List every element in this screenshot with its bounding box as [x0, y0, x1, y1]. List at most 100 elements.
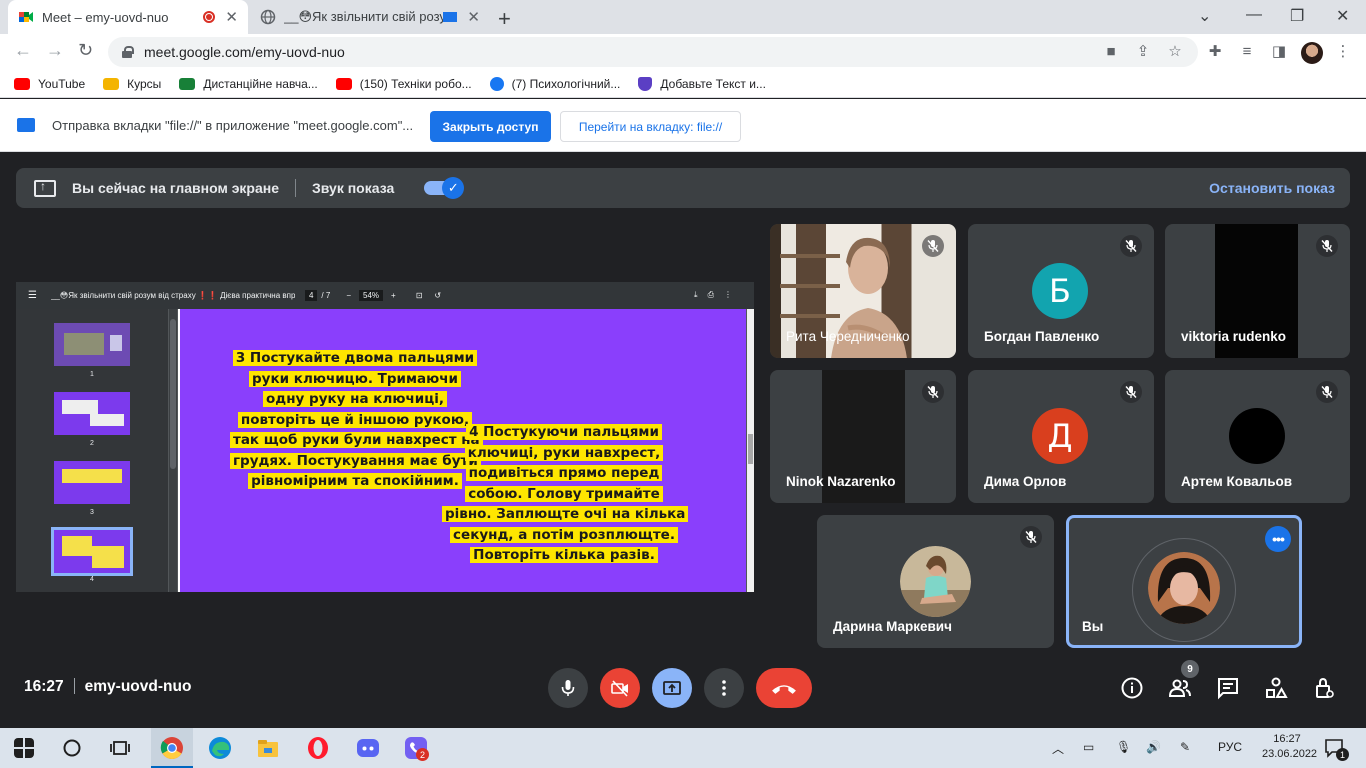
tab-pdf[interactable]: __😳Як звільнити свій розу ✕	[250, 0, 490, 34]
present-button[interactable]	[652, 668, 692, 708]
download-icon[interactable]: ⤓	[694, 290, 708, 299]
go-to-tab-button[interactable]: Перейти на вкладку: file://	[560, 111, 741, 142]
present-icon	[663, 681, 681, 695]
pdf-scrollbar[interactable]	[747, 309, 754, 592]
reload-icon[interactable]: ↻	[78, 40, 93, 61]
thumb-content	[62, 536, 92, 556]
windows-taskbar: 2 ︿ ▭ 🎙 🔊 ✎ РУС 16:27 23.06.2022 1	[0, 728, 1366, 768]
host-controls-icon[interactable]	[1312, 676, 1336, 700]
participant-tile[interactable]: Ninok Nazarenko	[770, 370, 956, 503]
globe-icon	[260, 9, 276, 25]
discord-icon[interactable]	[356, 736, 380, 760]
chat-icon[interactable]	[1216, 676, 1240, 700]
zoom-out-icon[interactable]: −	[346, 291, 351, 300]
thumbnail-page-4[interactable]	[51, 527, 133, 576]
pdf-page-total: / 7	[321, 291, 331, 300]
close-tab-icon[interactable]: ✕	[467, 8, 480, 26]
share-icon[interactable]: ⇪	[1134, 43, 1152, 61]
menu-icon[interactable]: ⋮	[1334, 43, 1352, 61]
thumb-content	[110, 335, 122, 351]
close-window-icon[interactable]: ✕	[1336, 6, 1349, 26]
pen-icon[interactable]: ✎	[1180, 740, 1190, 754]
media-control-icon[interactable]: ≡	[1238, 43, 1256, 61]
activities-icon[interactable]	[1264, 676, 1288, 700]
side-panel-icon[interactable]: ◨	[1270, 43, 1288, 61]
task-view-icon[interactable]	[110, 738, 130, 758]
battery-icon[interactable]: ▭	[1083, 740, 1094, 754]
bookmark-techniques[interactable]: (150) Техніки робо...	[335, 77, 472, 91]
mic-button[interactable]	[548, 668, 588, 708]
thumbnail-number: 2	[90, 440, 94, 447]
bookmark-psych[interactable]: (7) Психологічний...	[489, 76, 620, 91]
people-icon[interactable]	[1168, 676, 1192, 700]
muted-mic-icon	[922, 235, 944, 257]
self-tile[interactable]: ••• Вы	[1066, 515, 1302, 648]
more-icon[interactable]: ⋮	[724, 290, 742, 299]
rotate-icon[interactable]: ↺	[434, 291, 441, 300]
taskbar-clock[interactable]: 16:27 23.06.2022	[1262, 732, 1317, 762]
participant-tile[interactable]: viktoria rudenko	[1165, 224, 1350, 358]
forward-icon[interactable]: →	[46, 40, 64, 61]
pdf-page-input[interactable]: 4	[304, 290, 318, 301]
extensions-icon[interactable]: ✚	[1206, 43, 1224, 61]
chrome-icon[interactable]	[160, 736, 184, 760]
bookmark-youtube[interactable]: YouTube	[14, 77, 85, 91]
restore-icon[interactable]: ❐	[1290, 6, 1304, 26]
participant-tile[interactable]: Б Богдан Павленко	[968, 224, 1154, 358]
participant-tile[interactable]: Д Дима Орлов	[968, 370, 1154, 503]
thumbnail-scrollbar[interactable]	[169, 309, 177, 592]
meeting-time: 16:27	[24, 678, 64, 695]
more-options-button[interactable]: •••	[1265, 526, 1291, 552]
presentation-bar: Вы сейчас на главном экране Звук показа …	[16, 168, 1350, 208]
tab-share-icon	[17, 118, 35, 132]
search-icon[interactable]	[62, 738, 82, 758]
thumbnail-page-1[interactable]	[54, 323, 130, 366]
menu-icon[interactable]: ☰	[28, 290, 37, 301]
info-icon[interactable]	[1120, 676, 1144, 700]
avatar: Д	[1032, 408, 1088, 464]
zoom-in-icon[interactable]: +	[391, 291, 396, 300]
notification-count: 1	[1336, 748, 1349, 761]
participant-name: Вы	[1082, 619, 1104, 634]
participant-tile[interactable]: Дарина Маркевич	[817, 515, 1054, 648]
new-tab-button[interactable]: +	[498, 6, 511, 32]
zoom-level[interactable]: 54%	[359, 290, 384, 301]
opera-icon[interactable]	[306, 736, 330, 760]
participant-tile[interactable]: Рита Чередниченко	[770, 224, 956, 358]
bookmark-add-text[interactable]: Добавьте Текст и...	[638, 76, 766, 91]
language-indicator[interactable]: РУС	[1218, 740, 1242, 754]
tab-meet[interactable]: Meet – emy-uovd-nuo ✕	[8, 0, 248, 34]
file-explorer-icon[interactable]	[256, 736, 280, 760]
tray-mic-icon[interactable]: 🎙	[1116, 740, 1131, 754]
minimize-icon[interactable]: —	[1246, 6, 1262, 24]
bookmark-star-icon[interactable]: ☆	[1166, 43, 1184, 61]
stop-presenting-button[interactable]: Остановить показ	[1209, 180, 1335, 196]
address-bar[interactable]: meet.google.com/emy-uovd-nuo	[108, 37, 1198, 67]
thumbnail-page-2[interactable]	[54, 392, 130, 435]
share-audio-toggle[interactable]	[424, 177, 465, 199]
close-tab-icon[interactable]: ✕	[225, 8, 238, 26]
volume-icon[interactable]: 🔊	[1146, 740, 1161, 754]
thumbnail-page-3[interactable]	[54, 461, 130, 504]
camera-button[interactable]	[600, 668, 640, 708]
bookmark-distance[interactable]: Дистанційне навча...	[179, 77, 318, 91]
windows-start-icon[interactable]	[14, 738, 34, 758]
browser-toolbar: ← → ↻ meet.google.com/emy-uovd-nuo ■ ⇪ ☆…	[0, 34, 1366, 70]
more-options-button[interactable]	[704, 668, 744, 708]
meeting-code: emy-uovd-nuo	[84, 678, 192, 695]
print-icon[interactable]: ⎙	[708, 290, 724, 299]
tab-search-icon[interactable]: ⌄	[1198, 6, 1211, 26]
back-icon[interactable]: ←	[14, 40, 32, 61]
camera-icon[interactable]: ■	[1102, 43, 1120, 61]
participant-tile[interactable]: Артем Ковальов	[1165, 370, 1350, 503]
bookmark-label: Добавьте Текст и...	[660, 76, 766, 91]
bookmark-courses[interactable]: Курсы	[103, 77, 161, 91]
stop-sharing-button[interactable]: Закрыть доступ	[430, 111, 551, 142]
profile-avatar[interactable]	[1301, 42, 1323, 64]
leave-call-button[interactable]	[756, 668, 812, 708]
tray-chevron-icon[interactable]: ︿	[1052, 740, 1064, 757]
fit-page-icon[interactable]: ⊡	[416, 291, 423, 300]
participant-name: Ninok Nazarenko	[786, 474, 896, 489]
mic-icon	[561, 680, 575, 696]
edge-icon[interactable]	[208, 736, 232, 760]
